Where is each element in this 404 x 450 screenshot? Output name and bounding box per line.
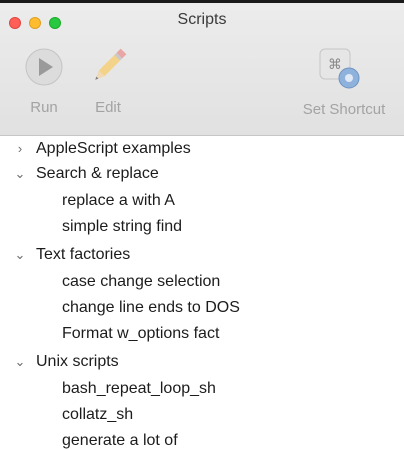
script-item[interactable]: collatz_sh — [0, 404, 404, 430]
svg-text:⌘: ⌘ — [328, 57, 342, 73]
disclosure-expanded-icon[interactable]: ⌄ — [13, 244, 27, 266]
script-label: replace a with A — [62, 192, 175, 209]
group-label: Unix scripts — [36, 353, 119, 370]
play-icon — [25, 48, 63, 86]
script-item[interactable]: Format w_options fact — [0, 323, 404, 349]
script-label: case change selection — [62, 273, 221, 290]
script-item[interactable]: case change selection — [0, 271, 404, 297]
group-applescript-examples[interactable]: › AppleScript examples — [0, 138, 404, 164]
titlebar-toolbar: Scripts Run Edit ⌘ Set Shortcut — [0, 3, 404, 136]
scripts-list[interactable]: › AppleScript examples ⌄ Search & replac… — [0, 136, 404, 450]
edit-label: Edit — [95, 99, 121, 116]
run-button[interactable]: Run — [18, 47, 70, 116]
script-item[interactable]: simple string find — [0, 216, 404, 242]
pencil-icon — [95, 48, 127, 80]
group-label: Search & replace — [36, 165, 159, 182]
script-label: change line ends to DOS — [62, 299, 240, 316]
disclosure-expanded-icon[interactable]: ⌄ — [13, 351, 27, 373]
script-label: bash_repeat_loop_sh — [62, 380, 216, 397]
set-shortcut-button[interactable]: ⌘ Set Shortcut — [284, 47, 404, 118]
window-title: Scripts — [177, 11, 227, 28]
script-label: generate a lot of — [62, 432, 178, 449]
run-label: Run — [30, 99, 58, 116]
scripts-window: Scripts Run Edit ⌘ Set Shortcut › AppleS… — [0, 0, 404, 450]
script-item[interactable]: bash_repeat_loop_sh — [0, 378, 404, 404]
edit-button[interactable]: Edit — [82, 47, 134, 116]
group-unix-scripts[interactable]: ⌄ Unix scripts — [0, 351, 404, 377]
group-label: Text factories — [36, 246, 131, 263]
script-label: Format w_options fact — [62, 325, 220, 342]
group-text-factories[interactable]: ⌄ Text factories — [0, 244, 404, 270]
set-shortcut-label: Set Shortcut — [302, 101, 386, 118]
script-label: collatz_sh — [62, 406, 134, 423]
script-item[interactable]: replace a with A — [0, 190, 404, 216]
group-label: AppleScript examples — [36, 140, 191, 157]
group-search-replace[interactable]: ⌄ Search & replace — [0, 163, 404, 189]
disclosure-expanded-icon[interactable]: ⌄ — [13, 163, 27, 185]
disclosure-collapsed-icon[interactable]: › — [13, 138, 27, 160]
script-label: simple string find — [62, 218, 183, 235]
script-item[interactable]: change line ends to DOS — [0, 297, 404, 323]
script-item[interactable]: generate a lot of — [0, 430, 404, 450]
command-gear-icon: ⌘ — [319, 48, 360, 89]
